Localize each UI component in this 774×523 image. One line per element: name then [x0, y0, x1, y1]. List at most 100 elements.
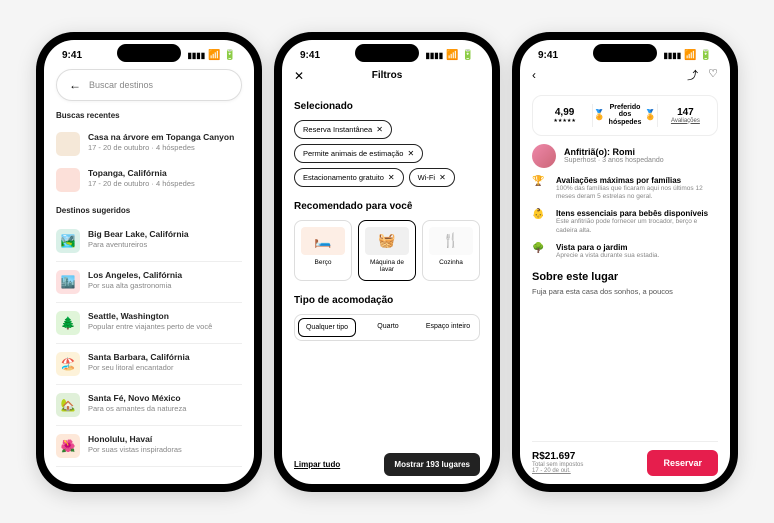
host-sub: Superhost · 3 anos hospedando — [564, 157, 664, 164]
laurel-icon: 🏅 — [644, 110, 656, 121]
feature-title: Vista para o jardim — [556, 243, 659, 252]
place-icon: 🏡 — [56, 393, 80, 417]
feature-icon: 🏆 — [532, 176, 548, 202]
suggested-item[interactable]: 🌺Honolulu, HavaíPor suas vistas inspirad… — [56, 426, 242, 467]
feature-icon: 👶 — [532, 209, 548, 235]
laurel-icon: 🏅 — [593, 110, 605, 121]
chip-label: Wi-Fi — [418, 173, 436, 182]
status-icons: ▮▮▮▮📶🔋 — [663, 50, 712, 61]
screen: 9:41 ▮▮▮▮📶🔋 ← Buscar destinos Buscas rec… — [44, 40, 254, 484]
listing-top-bar: ‹ ⤴ ♡ — [532, 63, 718, 87]
filter-chip[interactable]: Reserva Instantânea ✕ — [294, 120, 392, 139]
price-dates[interactable]: 17 - 20 de out. — [532, 468, 583, 474]
chip-remove-icon[interactable]: ✕ — [407, 149, 414, 158]
feature-icon: 🌳 — [532, 243, 548, 260]
item-title: Santa Fé, Novo México — [88, 393, 242, 404]
item-sub: Popular entre viajantes perto de você — [88, 322, 242, 332]
book-button[interactable]: Reservar — [647, 450, 718, 476]
item-title: Topanga, Califórnia — [88, 168, 242, 179]
item-sub: Para os amantes da natureza — [88, 404, 242, 414]
rec-icon: 🍴 — [429, 227, 473, 255]
feature-desc: Este anfitrião pode fornecer um trocador… — [556, 218, 718, 235]
item-sub: 17 - 20 de outubro · 4 hóspedes — [88, 179, 242, 189]
place-icon: 🌲 — [56, 311, 80, 335]
type-option[interactable]: Espaço inteiro — [420, 318, 476, 337]
status-time: 9:41 — [538, 50, 558, 61]
chip-remove-icon[interactable]: ✕ — [388, 173, 395, 182]
rating-col: 4,99 ★★★★★ — [537, 107, 592, 124]
place-thumb-icon — [56, 132, 80, 156]
rec-card[interactable]: 🛏️ Berço — [294, 220, 352, 282]
about-header: Sobre este lugar — [532, 271, 718, 283]
chip-remove-icon[interactable]: ✕ — [439, 173, 446, 182]
host-name: Anfitriã(o): Romi — [564, 147, 664, 157]
item-title: Seattle, Washington — [88, 311, 242, 322]
suggested-item[interactable]: 🏙️Los Angeles, CalifórniaPor sua alta ga… — [56, 262, 242, 303]
close-icon[interactable]: ✕ — [294, 69, 310, 83]
share-icon[interactable]: ⤴ — [687, 67, 698, 83]
rating-badge-row[interactable]: 4,99 ★★★★★ 🏅 Preferido dos hóspedes 🏅 14… — [532, 95, 718, 136]
type-option[interactable]: Qualquer tipo — [298, 318, 356, 337]
chip-label: Reserva Instantânea — [303, 125, 372, 134]
item-title: Honolulu, Havaí — [88, 434, 242, 445]
preferred-col: 🏅 Preferido dos hóspedes 🏅 — [592, 104, 658, 127]
phone-filters: 9:41 ▮▮▮▮📶🔋 ✕ Filtros Selecionado Reserv… — [274, 32, 500, 492]
host-row[interactable]: Anfitriã(o): Romi Superhost · 3 anos hos… — [532, 144, 718, 168]
rec-card[interactable]: 🍴 Cozinha — [422, 220, 480, 282]
place-icon: 🏙️ — [56, 270, 80, 294]
status-icons: ▮▮▮▮📶🔋 — [187, 50, 236, 61]
filter-title: Filtros — [310, 70, 464, 81]
filter-header: ✕ Filtros — [294, 63, 480, 93]
place-thumb-icon — [56, 168, 80, 192]
feature-desc: 100% das famílias que ficaram aqui nos ú… — [556, 185, 718, 202]
item-sub: Por seu litoral encantador — [88, 363, 242, 373]
suggested-header: Destinos sugeridos — [56, 206, 242, 215]
suggested-item[interactable]: 🏖️ Santa Barbara, CalifórniaPor seu litor… — [56, 344, 242, 385]
suggested-item[interactable]: 🏞️Big Bear Lake, CalifórniaPara aventure… — [56, 221, 242, 262]
filter-chip[interactable]: Wi-Fi✕ — [409, 168, 455, 187]
rec-icon: 🧺 — [365, 227, 409, 255]
price: R$21.697 — [532, 451, 583, 462]
rec-label: Cozinha — [429, 259, 473, 267]
item-sub: Por sua alta gastronomia — [88, 281, 242, 291]
rec-label: Berço — [301, 259, 345, 267]
item-title: Santa Barbara, Califórnia — [88, 352, 242, 363]
rec-header: Recomendado para você — [294, 201, 480, 212]
item-sub: Para aventureiros — [88, 240, 242, 250]
back-arrow-icon[interactable]: ‹ — [532, 68, 536, 82]
search-input[interactable]: ← Buscar destinos — [56, 69, 242, 101]
selected-header: Selecionado — [294, 101, 480, 112]
suggested-item[interactable]: 🏡 Santa Fé, Novo MéxicoPara os amantes da… — [56, 385, 242, 426]
rec-card[interactable]: 🧺 Máquina de lavar — [358, 220, 416, 282]
phone-listing: 9:41 ▮▮▮▮📶🔋 ‹ ⤴ ♡ 4,99 ★★★★★ 🏅 Preferido… — [512, 32, 738, 492]
suggested-item[interactable]: 🌲 Seattle, WashingtonPopular entre viajan… — [56, 303, 242, 344]
screen: 9:41 ▮▮▮▮📶🔋 ✕ Filtros Selecionado Reserv… — [282, 40, 492, 484]
stars-icon: ★★★★★ — [537, 118, 592, 124]
back-arrow-icon[interactable]: ← — [69, 78, 81, 92]
filter-bottom-bar: Limpar tudo Mostrar 193 lugares — [294, 447, 480, 476]
feature-desc: Aprecie a vista durante sua estadia. — [556, 252, 659, 260]
place-icon: 🏖️ — [56, 352, 80, 376]
item-title: Casa na árvore em Topanga Canyon — [88, 132, 242, 143]
recent-item[interactable]: Topanga, Califórnia17 - 20 de outubro · … — [56, 162, 242, 198]
item-sub: Por suas vistas inspiradoras — [88, 445, 242, 455]
type-option[interactable]: Quarto — [360, 318, 416, 337]
notch — [593, 44, 657, 62]
clear-all-link[interactable]: Limpar tudo — [294, 460, 340, 469]
heart-icon[interactable]: ♡ — [708, 67, 718, 83]
feature-row: 🌳 Vista para o jardimAprecie a vista dura… — [532, 243, 718, 260]
rec-icon: 🛏️ — [301, 227, 345, 255]
about-text: Fuja para esta casa dos sonhos, a poucos — [532, 287, 718, 296]
show-places-button[interactable]: Mostrar 193 lugares — [384, 453, 480, 476]
filter-chip[interactable]: Permite animais de estimação✕ — [294, 144, 423, 163]
chip-remove-icon[interactable]: ✕ — [376, 125, 383, 134]
recent-item[interactable]: Casa na árvore em Topanga Canyon17 - 20 … — [56, 126, 242, 162]
status-icons: ▮▮▮▮📶🔋 — [425, 50, 474, 61]
recent-header: Buscas recentes — [56, 111, 242, 120]
notch — [117, 44, 181, 62]
filter-chip[interactable]: Estacionamento gratuito✕ — [294, 168, 404, 187]
rec-label: Máquina de lavar — [365, 259, 409, 275]
feature-row: 🏆 Avaliações máximas por famílias100% das… — [532, 176, 718, 202]
item-title: Big Bear Lake, Califórnia — [88, 229, 242, 240]
feature-title: Avaliações máximas por famílias — [556, 176, 718, 185]
